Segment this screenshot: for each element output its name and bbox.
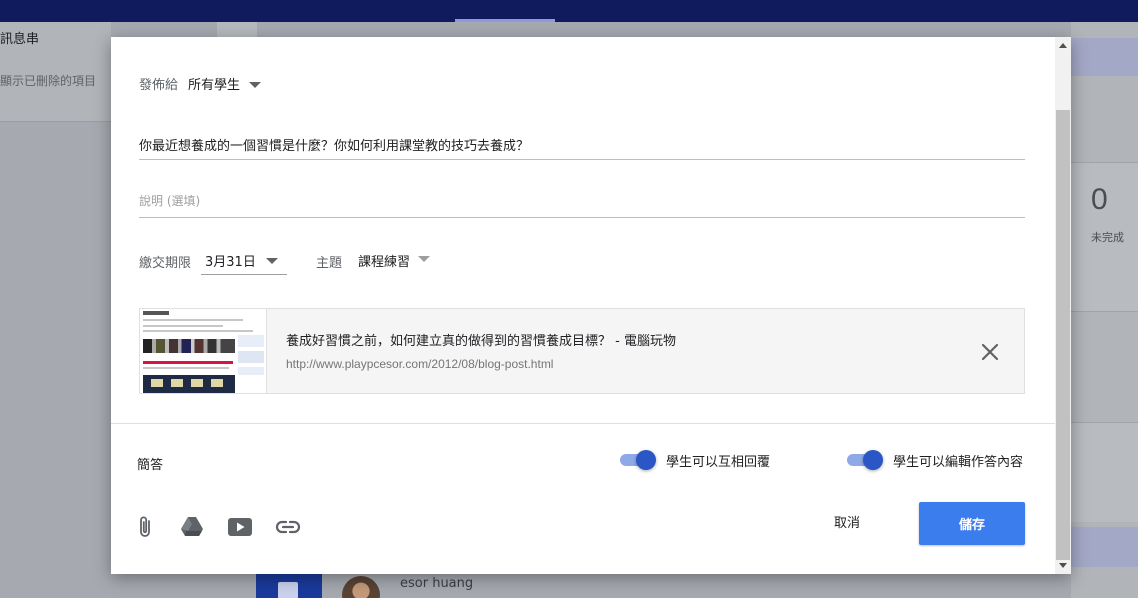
right-card xyxy=(1071,422,1138,522)
topic-value[interactable]: 課程練習 xyxy=(358,251,410,270)
scroll-down-arrow-icon[interactable] xyxy=(1059,563,1067,568)
thumb-line xyxy=(143,330,253,332)
stream-settings-title: 訊息串 xyxy=(0,32,40,47)
link-attachment[interactable]: 養成好習慣之前，如何建立真的做得到的習慣養成目標？ - 電腦玩物 http://… xyxy=(139,308,1025,394)
edit-toggle-group[interactable]: 學生可以編輯作答內容 xyxy=(847,450,1023,470)
due-topic-row: 繳交期限 3月31日 主題 課程練習 xyxy=(139,242,739,276)
toggle-knob[interactable] xyxy=(636,450,656,470)
reply-toggle[interactable] xyxy=(620,450,656,470)
background-column xyxy=(217,22,257,38)
scrollbar-thumb[interactable] xyxy=(1056,110,1070,560)
not-done-label: 未完成 xyxy=(1091,231,1124,244)
show-deleted-items: 顯示已刪除的項目 xyxy=(0,74,97,88)
close-icon[interactable] xyxy=(978,340,1002,364)
clipboard-icon xyxy=(278,582,298,598)
dialog-content: 發佈給 所有學生 你最近想養成的一個習慣是什麼？你如何利用課堂教的技巧去養成？ … xyxy=(111,37,1055,423)
assignment-type-block xyxy=(256,572,322,598)
assign-label: 發佈給 xyxy=(139,78,179,93)
edit-toggle-label: 學生可以編輯作答內容 xyxy=(893,454,1024,470)
question-type-select[interactable]: 簡答 xyxy=(137,454,163,473)
thumb-sidebar xyxy=(238,335,264,375)
link-thumbnail xyxy=(140,309,267,393)
chevron-down-icon[interactable] xyxy=(249,81,262,88)
link-icon[interactable] xyxy=(274,513,302,541)
thumb-line xyxy=(143,325,223,327)
edit-toggle[interactable] xyxy=(847,450,883,470)
right-panel: 0 未完成 xyxy=(1071,22,1138,598)
link-title[interactable]: 養成好習慣之前，如何建立真的做得到的習慣養成目標？ - 電腦玩物 xyxy=(286,330,676,349)
scroll-up-arrow-icon[interactable] xyxy=(1059,43,1067,48)
due-label: 繳交期限 xyxy=(139,256,192,271)
thumb-post-title xyxy=(143,361,233,364)
active-tab-indicator xyxy=(455,19,555,22)
thumb-logo xyxy=(143,311,169,315)
thumb-dark-banner xyxy=(143,375,235,393)
dialog-footer: 簡答 學生可以互相回覆 學生可以編輯作答內容 取消 儲存 xyxy=(111,423,1055,574)
topic-label: 主題 xyxy=(316,256,343,271)
dialog-scrollbar[interactable] xyxy=(1055,37,1071,574)
avatar xyxy=(342,576,380,598)
top-app-bar xyxy=(0,0,1138,22)
cancel-button[interactable]: 取消 xyxy=(817,503,877,539)
google-drive-icon[interactable] xyxy=(178,513,206,541)
right-band xyxy=(1071,38,1138,76)
youtube-icon[interactable] xyxy=(226,513,254,541)
question-title-text[interactable]: 你最近想養成的一個習慣是什麼？你如何利用課堂教的技巧去養成？ xyxy=(139,135,529,154)
thumb-line xyxy=(143,367,229,369)
assign-row: 發佈給 所有學生 xyxy=(139,74,262,93)
left-panel: 訊息串 顯示已刪除的項目 xyxy=(0,22,111,122)
question-dialog: 發佈給 所有學生 你最近想養成的一個習慣是什麼？你如何利用課堂教的技巧去養成？ … xyxy=(111,37,1071,574)
chevron-down-icon[interactable] xyxy=(418,256,430,262)
topic-select[interactable]: 課程練習 xyxy=(358,242,438,275)
chevron-down-icon[interactable] xyxy=(266,258,278,264)
save-button[interactable]: 儲存 xyxy=(919,502,1025,545)
question-title-field[interactable]: 你最近想養成的一個習慣是什麼？你如何利用課堂教的技巧去養成？ xyxy=(139,127,1025,160)
right-band-lower xyxy=(1071,527,1138,567)
due-date-value[interactable]: 3月31日 xyxy=(205,251,256,270)
user-name: esor huang xyxy=(400,576,474,591)
reply-toggle-label: 學生可以互相回覆 xyxy=(666,454,771,470)
reply-toggle-group[interactable]: 學生可以互相回覆 xyxy=(620,450,770,470)
link-url[interactable]: http://www.playpcesor.com/2012/08/blog-p… xyxy=(286,357,553,371)
due-date-select[interactable]: 3月31日 xyxy=(201,242,287,275)
not-done-count: 0 xyxy=(1091,183,1108,216)
status-card: 0 未完成 xyxy=(1071,162,1138,312)
description-field[interactable] xyxy=(139,187,1025,218)
toggle-knob[interactable] xyxy=(863,450,883,470)
description-input[interactable] xyxy=(139,191,1025,211)
assign-select[interactable]: 所有學生 xyxy=(188,74,240,93)
paperclip-icon[interactable] xyxy=(131,513,159,541)
thumb-image-strip xyxy=(143,339,235,353)
thumb-line xyxy=(143,319,243,321)
